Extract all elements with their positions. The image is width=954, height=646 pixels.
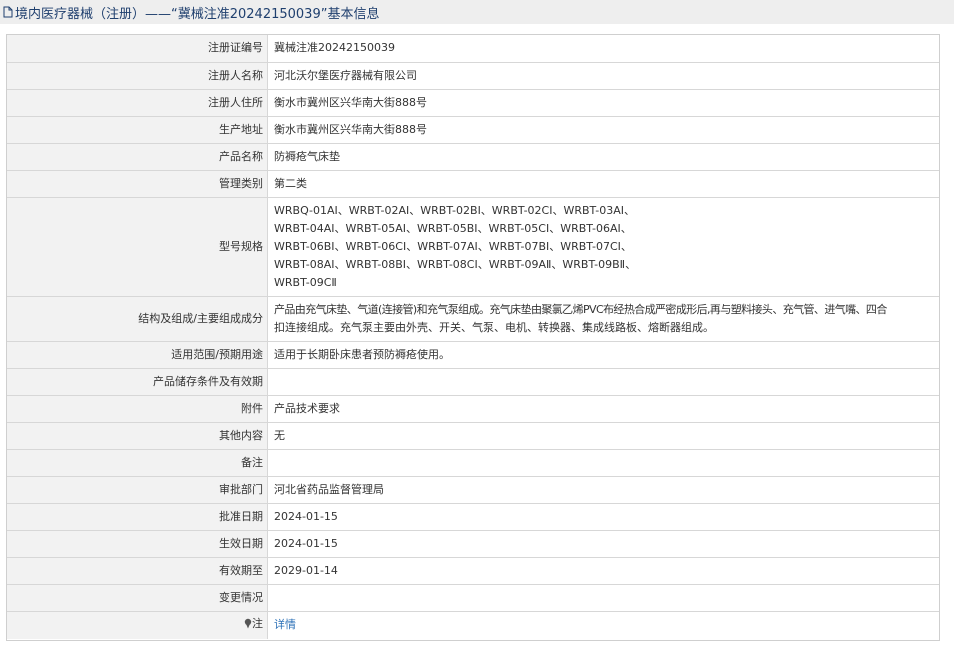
table-row: 生效日期 2024-01-15 — [7, 530, 939, 558]
model-line: WRBT-06BⅠ、WRBT-06CⅠ、WRBT-07AⅠ、WRBT-07BⅠ、… — [274, 239, 632, 253]
page-title: 境内医疗器械（注册）——“冀械注准20242150039”基本信息 — [15, 6, 380, 22]
table-row: 产品储存条件及有效期 — [7, 368, 939, 396]
table-row: 注册人名称 河北沃尔堡医疗器械有限公司 — [7, 62, 939, 90]
page: 境内医疗器械（注册）——“冀械注准20242150039”基本信息 注册证编号 … — [0, 0, 954, 646]
table-row: 产品名称 防褥疮气床垫 — [7, 143, 939, 171]
model-line: WRBT-09CⅡ — [274, 275, 337, 289]
field-label: 批准日期 — [7, 503, 268, 531]
field-value: 冀械注准20242150039 — [267, 35, 939, 63]
table-row: 注册证编号 冀械注准20242150039 — [7, 35, 939, 63]
table-row: 审批部门 河北省药品监督管理局 — [7, 476, 939, 504]
field-label: 注册人住所 — [7, 89, 268, 117]
table-row: 有效期至 2029-01-14 — [7, 557, 939, 585]
model-line: WRBQ-01AⅠ、WRBT-02AⅠ、WRBT-02BⅠ、WRBT-02CⅠ、… — [274, 203, 635, 217]
table-row: 变更情况 — [7, 584, 939, 612]
field-label: 产品储存条件及有效期 — [7, 368, 268, 396]
info-panel: 注册证编号 冀械注准20242150039 注册人名称 河北沃尔堡医疗器械有限公… — [6, 34, 940, 641]
field-value: WRBQ-01AⅠ、WRBT-02AⅠ、WRBT-02BⅠ、WRBT-02CⅠ、… — [267, 197, 939, 297]
table-row: 附件 产品技术要求 — [7, 395, 939, 423]
field-value: 产品由充气床垫、气道(连接管)和充气泵组成。充气床垫由聚氯乙烯PVC布经热合成严… — [267, 296, 939, 342]
table-row: 注册人住所 衡水市冀州区兴华南大街888号 — [7, 89, 939, 117]
field-value: 2024-01-15 — [267, 503, 939, 531]
details-link[interactable]: 详情 — [274, 618, 296, 631]
field-label: 附件 — [7, 395, 268, 423]
field-label: 注册证编号 — [7, 35, 268, 63]
model-line: WRBT-08AⅠ、WRBT-08BⅠ、WRBT-08CⅠ、WRBT-09AⅡ、… — [274, 257, 637, 271]
field-value — [267, 368, 939, 396]
info-table: 注册证编号 冀械注准20242150039 注册人名称 河北沃尔堡医疗器械有限公… — [7, 35, 939, 639]
field-label: 注册人名称 — [7, 62, 268, 90]
field-label: 生效日期 — [7, 530, 268, 558]
table-row: 注 详情 — [7, 611, 939, 639]
field-value: 适用于长期卧床患者预防褥疮使用。 — [267, 341, 939, 369]
field-value — [267, 584, 939, 612]
note-label: 注 — [252, 617, 263, 631]
field-value: 产品技术要求 — [267, 395, 939, 423]
field-value: 防褥疮气床垫 — [267, 143, 939, 171]
structure-line: 扣连接组成。充气泵主要由外壳、开关、气泵、电机、转换器、集成线路板、熔断器组成。 — [274, 320, 714, 334]
field-label: 结构及组成/主要组成成分 — [7, 296, 268, 342]
table-row: 适用范围/预期用途 适用于长期卧床患者预防褥疮使用。 — [7, 341, 939, 369]
model-line: WRBT-04AⅠ、WRBT-05AⅠ、WRBT-05BⅠ、WRBT-05CⅠ、… — [274, 221, 632, 235]
field-value: 2029-01-14 — [267, 557, 939, 585]
field-label: 其他内容 — [7, 422, 268, 450]
field-label: 适用范围/预期用途 — [7, 341, 268, 369]
table-row: 管理类别 第二类 — [7, 170, 939, 198]
field-value: 衡水市冀州区兴华南大街888号 — [267, 116, 939, 144]
field-label: 注 — [7, 611, 268, 639]
table-row: 生产地址 衡水市冀州区兴华南大街888号 — [7, 116, 939, 144]
document-icon — [3, 6, 13, 18]
table-row: 其他内容 无 — [7, 422, 939, 450]
field-label: 变更情况 — [7, 584, 268, 612]
field-value: 第二类 — [267, 170, 939, 198]
field-value: 衡水市冀州区兴华南大街888号 — [267, 89, 939, 117]
field-label: 生产地址 — [7, 116, 268, 144]
table-row: 型号规格 WRBQ-01AⅠ、WRBT-02AⅠ、WRBT-02BⅠ、WRBT-… — [7, 197, 939, 297]
field-label: 有效期至 — [7, 557, 268, 585]
field-value: 详情 — [268, 611, 940, 639]
field-value: 无 — [267, 422, 939, 450]
table-row: 备注 — [7, 449, 939, 477]
field-label: 备注 — [7, 449, 268, 477]
field-label: 产品名称 — [7, 143, 268, 171]
pin-icon — [244, 617, 252, 635]
table-row: 批准日期 2024-01-15 — [7, 503, 939, 531]
field-value — [267, 449, 939, 477]
field-label: 审批部门 — [7, 476, 268, 504]
field-value: 2024-01-15 — [267, 530, 939, 558]
title-bar: 境内医疗器械（注册）——“冀械注准20242150039”基本信息 — [0, 0, 954, 24]
field-label: 型号规格 — [7, 197, 268, 297]
structure-line: 产品由充气床垫、气道(连接管)和充气泵组成。充气床垫由聚氯乙烯PVC布经热合成严… — [274, 302, 887, 316]
field-value: 河北沃尔堡医疗器械有限公司 — [267, 62, 939, 90]
field-label: 管理类别 — [7, 170, 268, 198]
field-value: 河北省药品监督管理局 — [267, 476, 939, 504]
table-row: 结构及组成/主要组成成分 产品由充气床垫、气道(连接管)和充气泵组成。充气床垫由… — [7, 296, 939, 342]
